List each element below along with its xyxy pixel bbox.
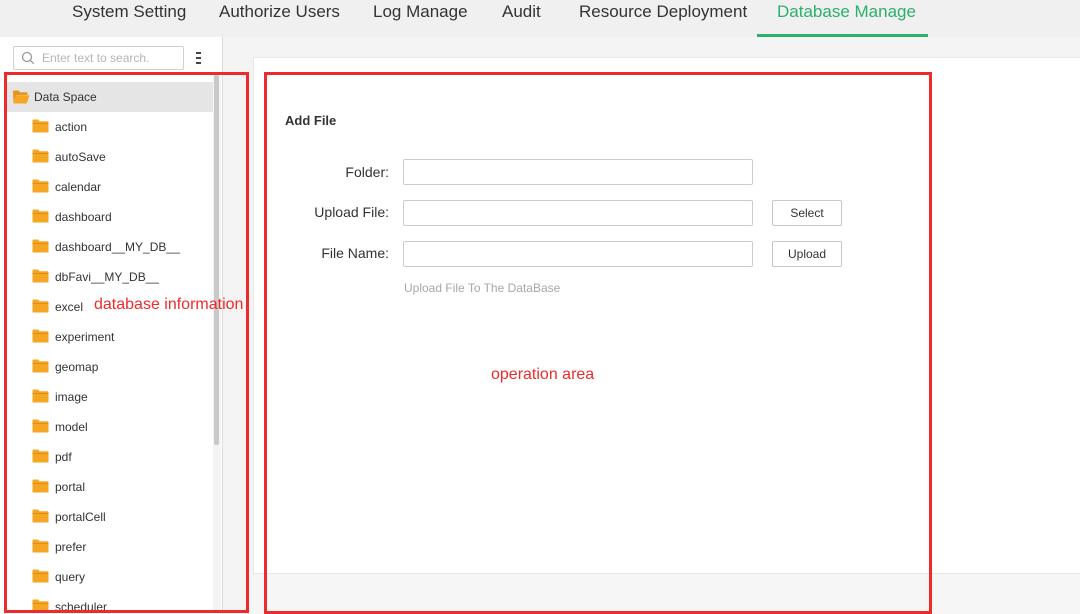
- tree-item-label: pdf: [55, 450, 72, 464]
- tree-item[interactable]: image: [0, 382, 213, 412]
- tree-item-label: scheduler: [55, 600, 108, 614]
- folder-icon: [32, 209, 49, 223]
- tree-view: Data Space action autoSave calendar dashboa…: [0, 81, 213, 614]
- folder-icon: [32, 599, 49, 613]
- tree-scrollbar-thumb[interactable]: [214, 75, 219, 445]
- tree-item-label: dashboard: [55, 210, 112, 224]
- search-box[interactable]: [13, 46, 184, 70]
- tree-item[interactable]: model: [0, 412, 213, 442]
- tree-item-label: action: [55, 120, 88, 134]
- file-name-label: File Name:: [321, 245, 389, 261]
- tree-item-label: query: [55, 570, 86, 584]
- add-file-card: [253, 57, 1080, 574]
- tab-authorize-users[interactable]: Authorize Users: [219, 0, 340, 37]
- folder-icon: [32, 329, 49, 343]
- tab-system-setting[interactable]: System Setting: [72, 0, 186, 37]
- tree-item-label: calendar: [55, 180, 102, 194]
- tree-item[interactable]: geomap: [0, 352, 213, 382]
- tree-item[interactable]: scheduler: [0, 592, 213, 614]
- tree-item[interactable]: calendar: [0, 172, 213, 202]
- tab-audit[interactable]: Audit: [502, 0, 541, 37]
- operation-area-annotation: operation area: [491, 366, 595, 383]
- tree-item-label: dbFavi__MY_DB__: [55, 270, 160, 284]
- folder-icon: [32, 179, 49, 193]
- file-name-input[interactable]: [403, 241, 753, 267]
- tab-resource-deployment[interactable]: Resource Deployment: [579, 0, 747, 37]
- upload-file-input[interactable]: [403, 200, 753, 226]
- tree-item[interactable]: dashboard: [0, 202, 213, 232]
- folder-icon: [32, 509, 49, 523]
- tree-item[interactable]: portalCell: [0, 502, 213, 532]
- database-information-annotation: database information: [94, 296, 244, 313]
- tree-item-label: portal: [55, 480, 86, 494]
- upload-file-label: Upload File:: [314, 204, 389, 220]
- tree-root-label: Data Space: [34, 90, 97, 104]
- database-tree-panel: Data Space action autoSave calendar dashboa…: [0, 37, 223, 614]
- tree-item-label: model: [55, 420, 88, 434]
- folder-icon: [32, 119, 49, 133]
- tree-item[interactable]: pdf: [0, 442, 213, 472]
- more-options-icon[interactable]: [196, 52, 202, 66]
- folder-icon: [32, 269, 49, 283]
- tree-item-label: prefer: [55, 540, 87, 554]
- add-file-title: Add File: [285, 113, 337, 128]
- tree-item[interactable]: dbFavi__MY_DB__: [0, 262, 213, 292]
- search-input[interactable]: [42, 49, 180, 67]
- tree-item-label: geomap: [55, 360, 99, 374]
- folder-icon: [32, 359, 49, 373]
- tree-item[interactable]: experiment: [0, 322, 213, 352]
- folder-icon: [32, 239, 49, 253]
- select-button[interactable]: Select: [772, 200, 842, 226]
- tree-item-label: experiment: [55, 330, 115, 344]
- tree-item[interactable]: dashboard__MY_DB__: [0, 232, 213, 262]
- folder-icon: [32, 539, 49, 553]
- tree-item-label: dashboard__MY_DB__: [55, 240, 180, 254]
- folder-icon: [32, 299, 49, 313]
- folder-input[interactable]: [403, 159, 753, 185]
- upload-button[interactable]: Upload: [772, 241, 842, 267]
- tab-log-manage[interactable]: Log Manage: [373, 0, 468, 37]
- upload-hint: Upload File To The DataBase: [404, 281, 561, 295]
- tree-item[interactable]: prefer: [0, 532, 213, 562]
- tree-item-label: portalCell: [55, 510, 106, 524]
- folder-icon: [32, 569, 49, 583]
- folder-label: Folder:: [345, 164, 389, 180]
- tree-item[interactable]: query: [0, 562, 213, 592]
- tree-item[interactable]: action: [0, 112, 213, 142]
- top-tab-bar: System Setting Authorize Users Log Manag…: [0, 0, 1080, 37]
- tree-item-label: image: [55, 390, 88, 404]
- main-footer: [253, 574, 1080, 614]
- tree-item-label: excel: [55, 300, 84, 314]
- tree-item-label: autoSave: [55, 150, 106, 164]
- folder-icon: [32, 479, 49, 493]
- folder-icon: [32, 419, 49, 433]
- tree-item[interactable]: autoSave: [0, 142, 213, 172]
- tree-root-data-space[interactable]: Data Space: [4, 82, 213, 112]
- folder-icon: [32, 449, 49, 463]
- folder-icon: [32, 389, 49, 403]
- tree-item[interactable]: portal: [0, 472, 213, 502]
- folder-icon: [32, 149, 49, 163]
- folder-open-icon: [13, 90, 30, 104]
- search-icon: [21, 51, 35, 65]
- tab-database-manage[interactable]: Database Manage: [777, 0, 916, 37]
